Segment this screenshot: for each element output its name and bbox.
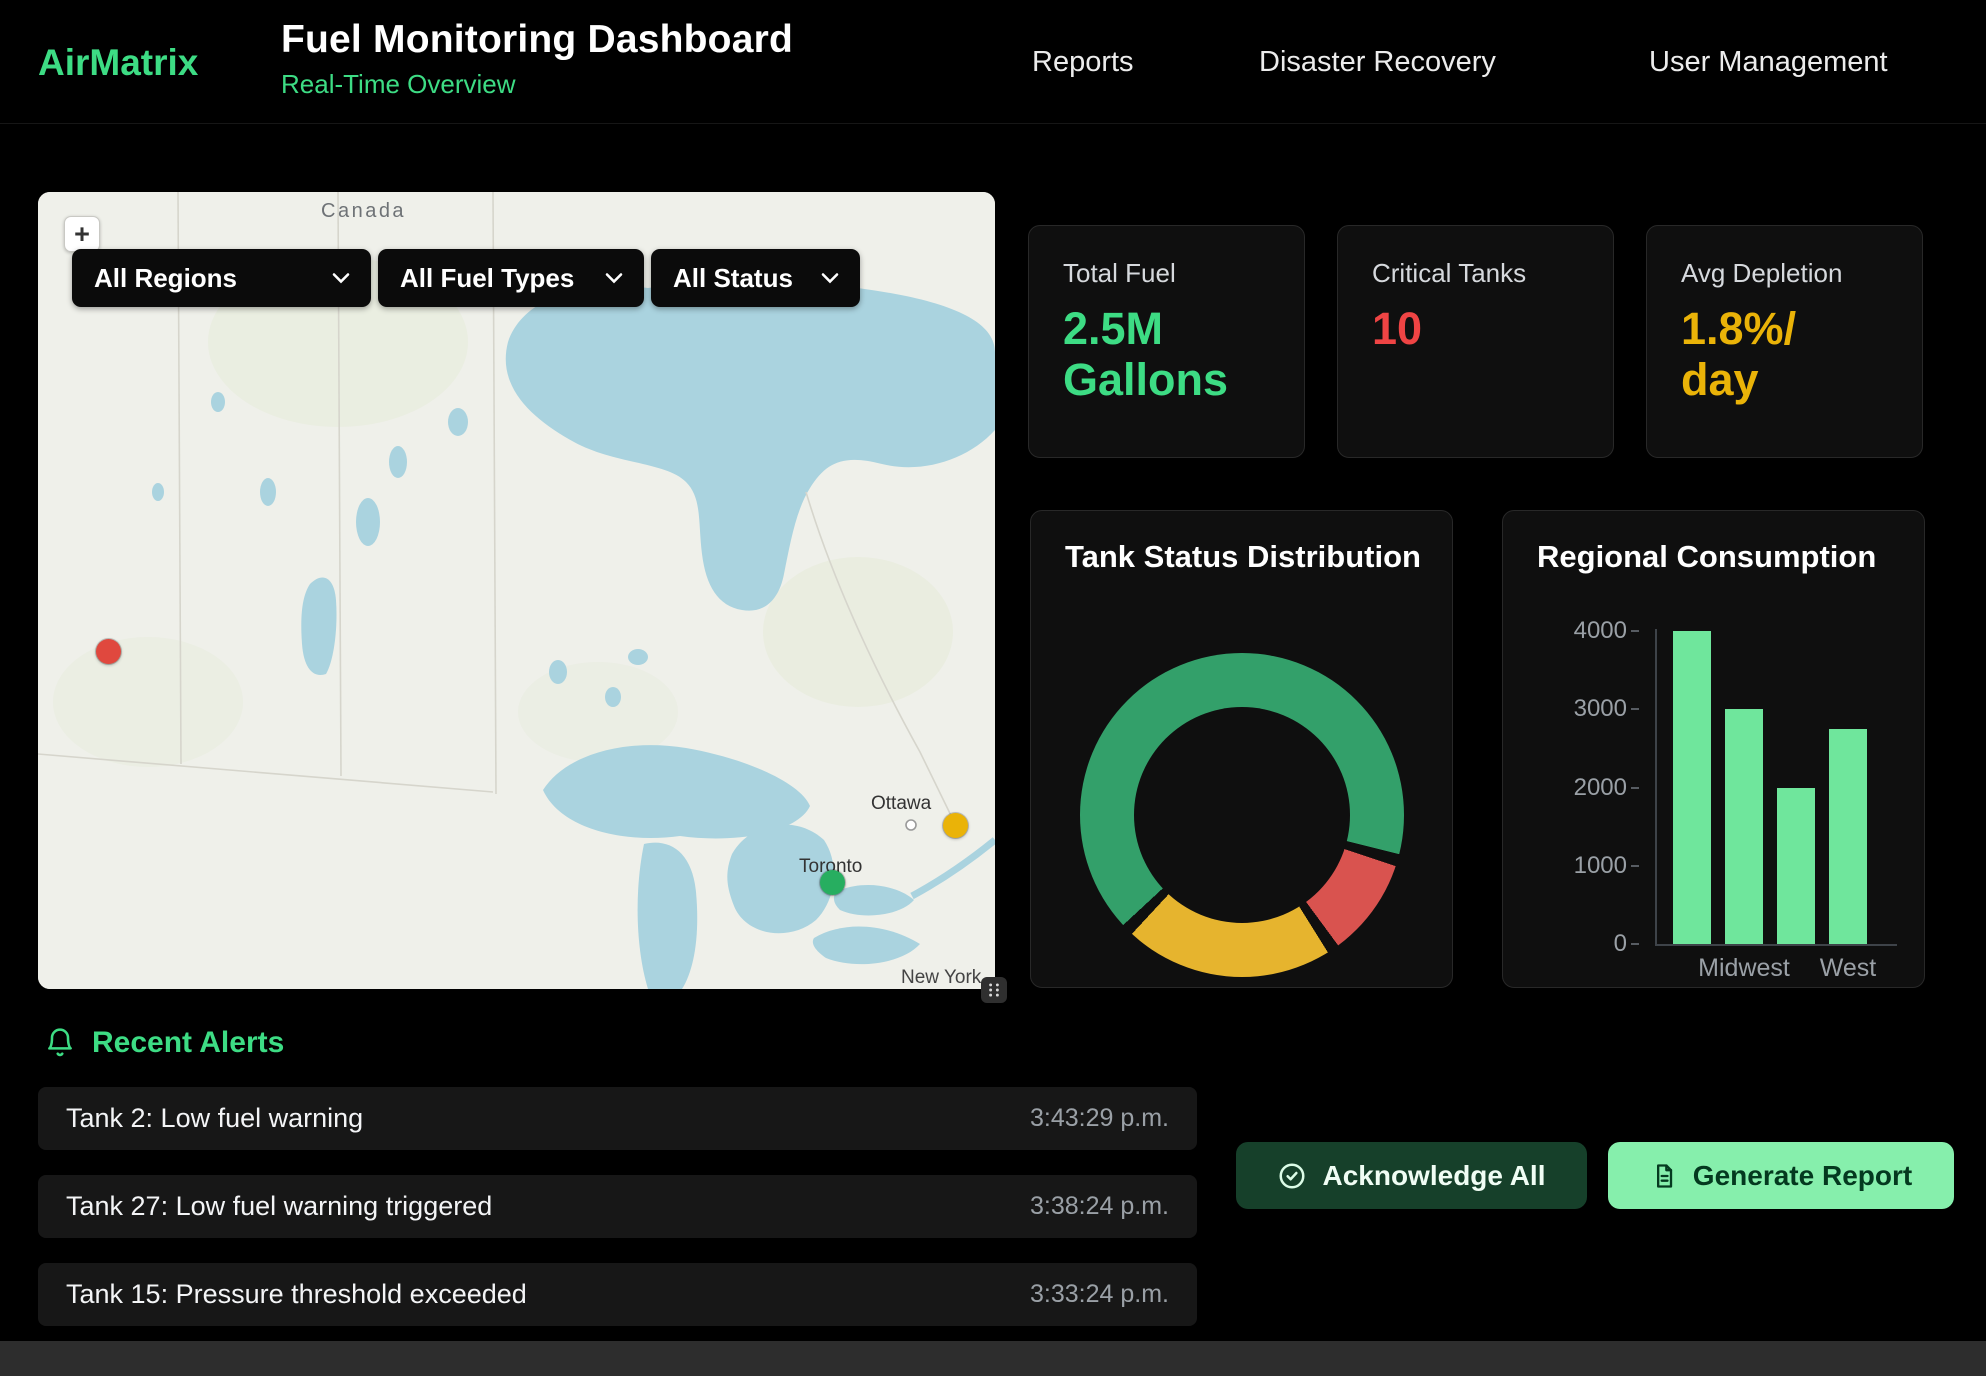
bar — [1673, 631, 1711, 944]
grip-dots-icon — [983, 979, 1005, 1001]
x-tick-label — [1777, 954, 1815, 983]
app-root: AirMatrix Fuel Monitoring Dashboard Real… — [0, 0, 1986, 1376]
bell-icon — [44, 1027, 76, 1059]
bar-chart-y-axis: 01000200030004000 — [1503, 631, 1645, 944]
app-logo[interactable]: AirMatrix — [38, 42, 198, 84]
map-canvas[interactable] — [38, 192, 995, 989]
header: AirMatrix Fuel Monitoring Dashboard Real… — [0, 0, 1986, 124]
acknowledge-all-button[interactable]: Acknowledge All — [1236, 1142, 1587, 1209]
y-axis-line — [1655, 629, 1657, 946]
tank-status-distribution-card: Tank Status Distribution — [1030, 510, 1453, 988]
stat-card-avg-depletion: Avg Depletion 1.8%/ day — [1646, 225, 1923, 458]
tank-marker-critical[interactable] — [96, 639, 121, 664]
stat-label: Critical Tanks — [1372, 258, 1589, 289]
stat-value: 10 — [1372, 303, 1589, 354]
generate-report-button[interactable]: Generate Report — [1608, 1142, 1954, 1209]
alerts-header: Recent Alerts — [44, 1026, 284, 1060]
title-block: Fuel Monitoring Dashboard Real-Time Over… — [281, 18, 793, 100]
donut-hole — [1134, 707, 1350, 923]
bottom-bar — [0, 1341, 1986, 1376]
donut-chart — [1080, 653, 1404, 977]
stat-value-line: day — [1681, 354, 1898, 405]
region-filter-select[interactable]: All Regions — [72, 249, 371, 307]
bar — [1829, 729, 1867, 944]
chart-title: Regional Consumption — [1537, 539, 1876, 575]
bar — [1725, 709, 1763, 944]
stat-value: 1.8%/ day — [1681, 303, 1898, 406]
stat-value-line: 2.5M — [1063, 303, 1280, 354]
tank-marker-normal[interactable] — [820, 870, 845, 895]
chevron-down-icon — [820, 272, 840, 284]
y-tick-label: 4000 — [1503, 617, 1627, 645]
chevron-down-icon — [604, 272, 624, 284]
alert-time: 3:43:29 p.m. — [1030, 1104, 1169, 1133]
stat-value-line: Gallons — [1063, 354, 1280, 405]
resize-handle[interactable] — [981, 977, 1007, 1003]
stat-card-critical-tanks: Critical Tanks 10 — [1337, 225, 1614, 458]
map[interactable]: + All Regions All Fuel Types All Status — [38, 192, 995, 989]
fuel-type-filter-value: All Fuel Types — [400, 263, 574, 294]
page-title: Fuel Monitoring Dashboard — [281, 18, 793, 62]
alert-time: 3:33:24 p.m. — [1030, 1280, 1169, 1309]
bar — [1777, 788, 1815, 945]
ottawa-town-dot — [906, 820, 916, 830]
bar-chart-plot — [1673, 631, 1885, 944]
fuel-type-filter-select[interactable]: All Fuel Types — [378, 249, 644, 307]
alert-message: Tank 27: Low fuel warning triggered — [66, 1191, 492, 1222]
tank-marker-warning[interactable] — [943, 813, 968, 838]
chart-title: Tank Status Distribution — [1065, 539, 1421, 575]
check-circle-icon — [1277, 1161, 1307, 1191]
y-tick-label: 3000 — [1503, 695, 1627, 723]
nav-user-management[interactable]: User Management — [1649, 0, 1888, 124]
x-tick-label: Midwest — [1725, 954, 1763, 983]
y-tick-label: 1000 — [1503, 852, 1627, 880]
stat-label: Avg Depletion — [1681, 258, 1898, 289]
stat-value-line: 10 — [1372, 303, 1589, 354]
y-tick-label: 0 — [1503, 930, 1627, 958]
region-filter-value: All Regions — [94, 263, 237, 294]
page-subtitle: Real-Time Overview — [281, 69, 793, 100]
stat-label: Total Fuel — [1063, 258, 1280, 289]
document-icon — [1650, 1162, 1678, 1190]
bar-chart-x-axis: Midwest West — [1673, 954, 1885, 983]
stat-value: 2.5M Gallons — [1063, 303, 1280, 406]
alerts-heading: Recent Alerts — [92, 1026, 284, 1060]
zoom-in-button[interactable]: + — [64, 216, 100, 252]
alert-row[interactable]: Tank 2: Low fuel warning 3:43:29 p.m. — [38, 1087, 1197, 1150]
acknowledge-all-label: Acknowledge All — [1322, 1160, 1545, 1192]
status-filter-select[interactable]: All Status — [651, 249, 860, 307]
alert-row[interactable]: Tank 27: Low fuel warning triggered 3:38… — [38, 1175, 1197, 1238]
regional-consumption-card: Regional Consumption 0 1000 2000 3000 4000 M… — [1502, 510, 1925, 988]
stat-value-line: 1.8%/ — [1681, 303, 1898, 354]
generate-report-label: Generate Report — [1693, 1160, 1912, 1192]
nav-disaster-recovery[interactable]: Disaster Recovery — [1259, 0, 1496, 124]
nav-reports[interactable]: Reports — [1032, 0, 1134, 124]
x-tick-label: West — [1829, 954, 1867, 983]
map-filters: All Regions All Fuel Types All Status — [72, 249, 860, 307]
alert-message: Tank 2: Low fuel warning — [66, 1103, 363, 1134]
y-tick-label: 2000 — [1503, 774, 1627, 802]
alert-row[interactable]: Tank 15: Pressure threshold exceeded 3:3… — [38, 1263, 1197, 1326]
stat-card-total-fuel: Total Fuel 2.5M Gallons — [1028, 225, 1305, 458]
alert-time: 3:38:24 p.m. — [1030, 1192, 1169, 1221]
x-axis-line — [1655, 944, 1897, 946]
status-filter-value: All Status — [673, 263, 793, 294]
chevron-down-icon — [331, 272, 351, 284]
alert-message: Tank 15: Pressure threshold exceeded — [66, 1279, 527, 1310]
